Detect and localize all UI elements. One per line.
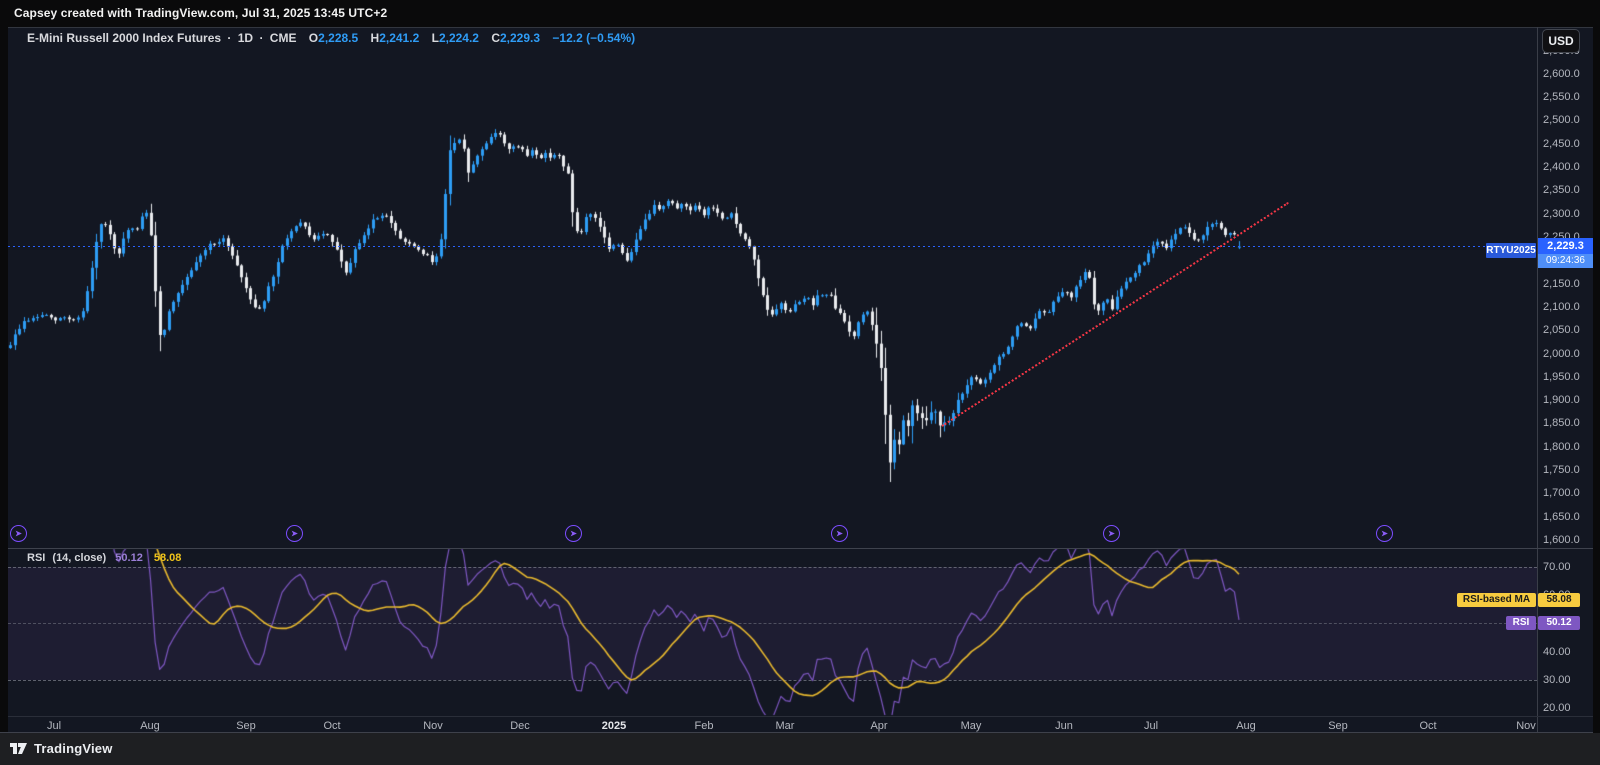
legend-separator: · [227, 31, 232, 45]
time-tick-label: Sep [236, 720, 256, 732]
legend-timeframe[interactable]: 1D [238, 31, 253, 45]
time-tick-label: Apr [870, 720, 888, 732]
pane-separator[interactable] [8, 548, 1593, 549]
rsi-ma-current-value: 58.08 [153, 552, 182, 564]
time-tick-label: Aug [1236, 720, 1256, 732]
legend-exchange: CME [269, 31, 297, 45]
rsi-indicator-legend[interactable]: RSI (14, close) 50.12 58.08 [27, 552, 181, 564]
time-tick-label: Jul [1143, 720, 1159, 732]
price-tick-label: 1,700.0 [1543, 487, 1580, 500]
time-tick-label: Feb [694, 720, 714, 732]
rsi-ma-badge-label: RSI-based MA [1457, 593, 1536, 607]
price-tick-label: 2,300.0 [1543, 207, 1580, 220]
rsi-current-value: 50.12 [115, 552, 143, 564]
time-tick-label: Jul [46, 720, 62, 732]
chart-frame: E-Mini Russell 2000 Index Futures · 1D ·… [0, 27, 1600, 734]
price-tick-label: 1,850.0 [1543, 417, 1580, 430]
ohlc-close-value: 2,229.3 [500, 31, 541, 45]
ohlc-open-value: 2,228.5 [318, 31, 359, 45]
time-axis-separator [8, 716, 1593, 717]
ohlc-high-value: 2,241.2 [379, 31, 420, 45]
right-margin [1593, 27, 1600, 733]
price-tick-label: 2,150.0 [1543, 277, 1580, 290]
time-axis[interactable]: Jul Aug Sep Oct Nov Dec 2025 Feb Mar Apr May Jun Jul… [0, 717, 1600, 733]
time-tick-label: Dec [510, 720, 530, 732]
ohlc-low-value: 2,224.2 [438, 31, 479, 45]
time-tick-label: Oct [1419, 720, 1437, 732]
time-tick-label: Nov [1516, 720, 1536, 732]
jump-forward-icon[interactable]: ➤ [1376, 525, 1393, 542]
jump-forward-icon[interactable]: ➤ [10, 525, 27, 542]
time-tick-label: Oct [323, 720, 341, 732]
footer-bar: TradingView [0, 733, 1600, 765]
currency-toggle-button[interactable]: USD [1542, 29, 1580, 53]
rsi-badge-value: 50.12 [1538, 616, 1580, 630]
price-tick-label: 2,100.0 [1543, 300, 1580, 313]
bar-countdown-badge: 09:24:36 [1538, 254, 1593, 268]
price-tick-label: 2,500.0 [1543, 114, 1580, 127]
change-value: −12.2 (−0.54%) [552, 31, 636, 45]
ohlc-high-label: H [370, 31, 380, 45]
rsi-tick-label: 20.00 [1543, 702, 1571, 715]
price-tick-label: 1,900.0 [1543, 394, 1580, 407]
price-tick-label: 1,800.0 [1543, 440, 1580, 453]
price-tick-label: 2,350.0 [1543, 184, 1580, 197]
time-tick-label: May [960, 720, 982, 732]
rsi-tick-label: 40.00 [1543, 645, 1571, 658]
rsi-badge-label: RSI [1506, 616, 1536, 630]
tradingview-logo-text: TradingView [34, 741, 113, 756]
rsi-ma-badge-value: 58.08 [1538, 593, 1580, 607]
price-tick-label: 1,950.0 [1543, 370, 1580, 383]
rsi-tick-label: 70.00 [1543, 561, 1571, 573]
time-tick-label: Mar [775, 720, 795, 732]
time-tick-label: Nov [423, 720, 443, 732]
rsi-title[interactable]: RSI [27, 552, 45, 564]
price-tick-label: 1,750.0 [1543, 464, 1580, 477]
price-chart-canvas[interactable] [8, 27, 1537, 716]
jump-forward-icon[interactable]: ➤ [286, 525, 303, 542]
jump-forward-icon[interactable]: ➤ [831, 525, 848, 542]
price-tick-label: 2,450.0 [1543, 137, 1580, 150]
ohlc-close-label: C [491, 31, 500, 45]
legend-symbol[interactable]: E-Mini Russell 2000 Index Futures [27, 31, 221, 45]
current-price-dotted-line [8, 246, 1537, 247]
tradingview-logo-icon [10, 743, 27, 754]
tradingview-logo[interactable]: TradingView [10, 741, 113, 756]
time-tick-label: Aug [140, 720, 160, 732]
price-tick-label: 2,550.0 [1543, 91, 1580, 104]
export-title: Capsey created with TradingView.com, Jul… [14, 6, 388, 20]
rsi-tick-label: 30.00 [1543, 674, 1571, 686]
price-tick-label: 2,050.0 [1543, 324, 1580, 337]
current-symbol-badge[interactable]: RTYU2025 [1486, 243, 1536, 258]
symbol-legend[interactable]: E-Mini Russell 2000 Index Futures · 1D ·… [27, 31, 638, 45]
price-tick-label: 2,600.0 [1543, 67, 1580, 80]
jump-forward-icon[interactable]: ➤ [1103, 525, 1120, 542]
time-tick-label: 2025 [601, 720, 627, 732]
ohlc-low-label: L [431, 31, 439, 45]
legend-separator: · [259, 31, 264, 45]
time-tick-label: Jun [1055, 720, 1073, 732]
ohlc-open-label: O [308, 31, 319, 45]
jump-forward-icon[interactable]: ➤ [565, 525, 582, 542]
time-tick-label: Sep [1328, 720, 1348, 732]
current-price-badge[interactable]: 2,229.3 [1538, 238, 1593, 254]
price-tick-label: 1,600.0 [1543, 534, 1580, 547]
price-tick-label: 2,400.0 [1543, 161, 1580, 174]
price-tick-label: 1,650.0 [1543, 510, 1580, 523]
rsi-params: (14, close) [52, 552, 107, 564]
export-header-bar: Capsey created with TradingView.com, Jul… [0, 0, 1600, 27]
price-tick-label: 2,000.0 [1543, 347, 1580, 360]
